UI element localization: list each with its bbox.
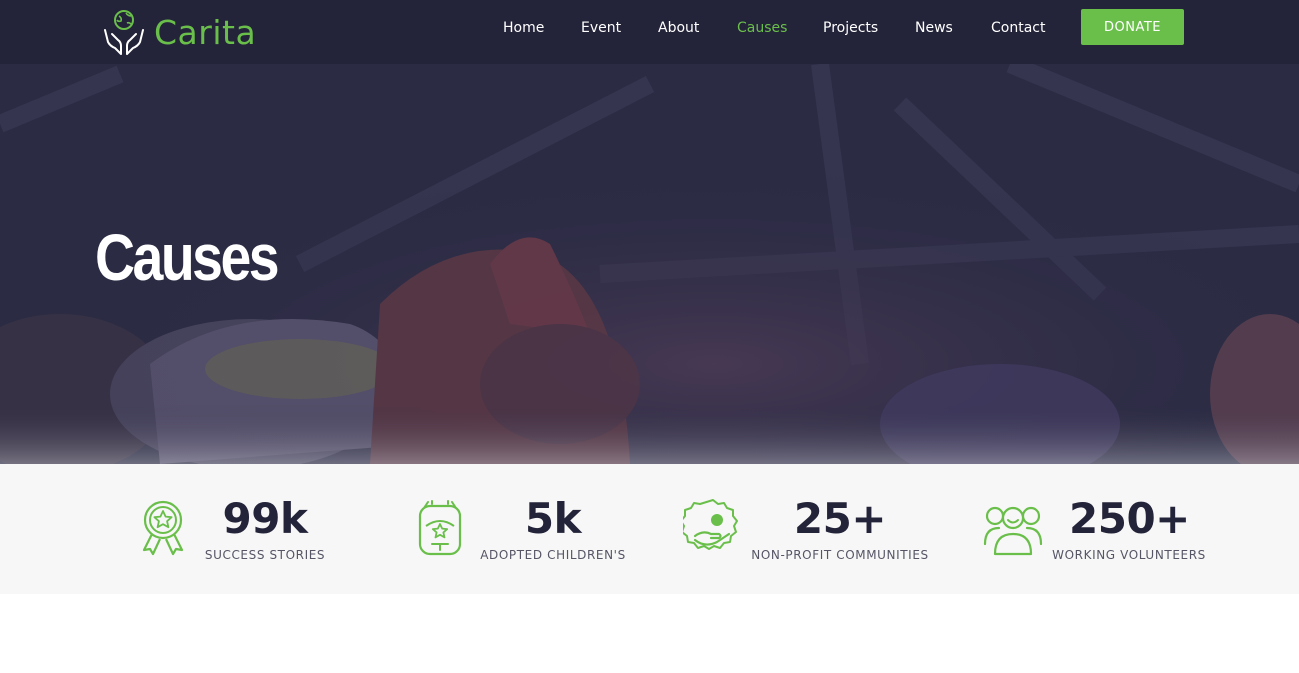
nav-item-contact[interactable]: Contact xyxy=(991,20,1045,36)
stats-strip: 99k SUCCESS STORIES 5k ADOPTED CHILDREN'… xyxy=(0,464,1299,594)
nav-item-about[interactable]: About xyxy=(658,20,699,36)
nav-item-projects[interactable]: Projects xyxy=(823,20,878,36)
nav-item-home[interactable]: Home xyxy=(503,20,544,36)
logo[interactable]: Carita xyxy=(100,7,256,57)
nav-item-event[interactable]: Event xyxy=(581,20,621,36)
hands-globe-icon xyxy=(104,10,144,55)
nav-item-news[interactable]: News xyxy=(915,20,953,36)
stat-working-volunteers: 250+ WORKING VOLUNTEERS xyxy=(0,464,1299,594)
page-title: Causes xyxy=(95,220,280,294)
navbar: Carita Home Event About Causes Projects … xyxy=(0,0,1299,64)
nav-item-causes[interactable]: Causes xyxy=(737,20,787,36)
stat-label: WORKING VOLUNTEERS xyxy=(1052,548,1206,562)
hero-banner: Causes xyxy=(0,64,1299,464)
brand-name: Carita xyxy=(154,12,257,52)
people-group-icon xyxy=(983,506,1043,556)
stat-number: 250+ xyxy=(1069,494,1190,543)
donate-button[interactable]: DONATE xyxy=(1081,9,1184,45)
